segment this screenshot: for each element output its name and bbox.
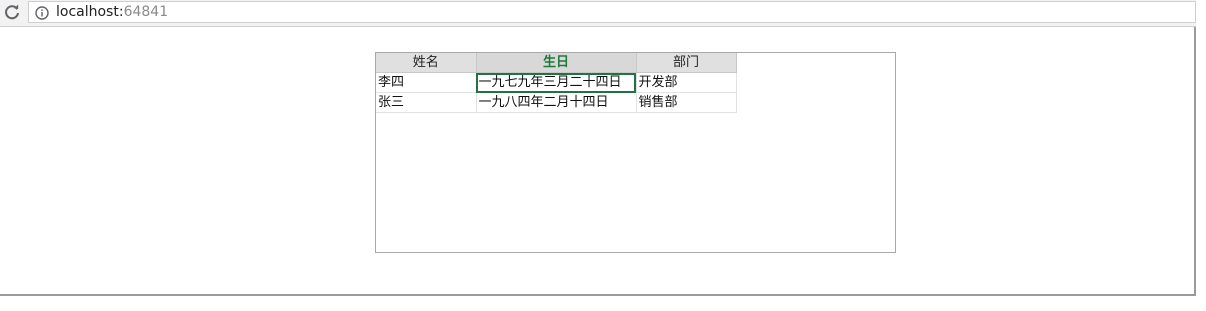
address-bar[interactable]: localhost:64841 (28, 1, 1196, 23)
url-host: localhost: (56, 4, 124, 20)
table-row: 李四 一九七九年三月二十四日 开发部 (376, 72, 737, 93)
column-header-department[interactable]: 部门 (636, 53, 737, 73)
url-port: 64841 (123, 4, 169, 20)
column-header-name[interactable]: 姓名 (376, 53, 477, 73)
cell-birthday[interactable]: 一九八四年二月十四日 (476, 92, 637, 113)
url-text: localhost:64841 (56, 4, 168, 20)
browser-toolbar: localhost:64841 (0, 0, 1196, 27)
grid-table: 姓名 生日 部门 李四 一九七九年三月二十四日 开发部 张三 一九八四年二月十四… (376, 53, 737, 113)
cell-department[interactable]: 销售部 (636, 92, 737, 113)
data-grid[interactable]: 姓名 生日 部门 李四 一九七九年三月二十四日 开发部 张三 一九八四年二月十四… (375, 52, 896, 253)
reload-icon[interactable] (2, 3, 22, 23)
cell-name[interactable]: 张三 (376, 92, 477, 113)
cell-name[interactable]: 李四 (376, 72, 477, 93)
info-icon[interactable] (35, 5, 49, 20)
cell-department[interactable]: 开发部 (636, 72, 737, 93)
grid-header-row: 姓名 生日 部门 (376, 53, 737, 73)
column-header-birthday[interactable]: 生日 (476, 53, 637, 73)
browser-window: localhost:64841 姓名 生日 部门 李四 一九七九年三月二十四日 (0, 0, 1196, 296)
table-row: 张三 一九八四年二月十四日 销售部 (376, 92, 737, 113)
cell-birthday-active[interactable]: 一九七九年三月二十四日 (476, 72, 637, 93)
